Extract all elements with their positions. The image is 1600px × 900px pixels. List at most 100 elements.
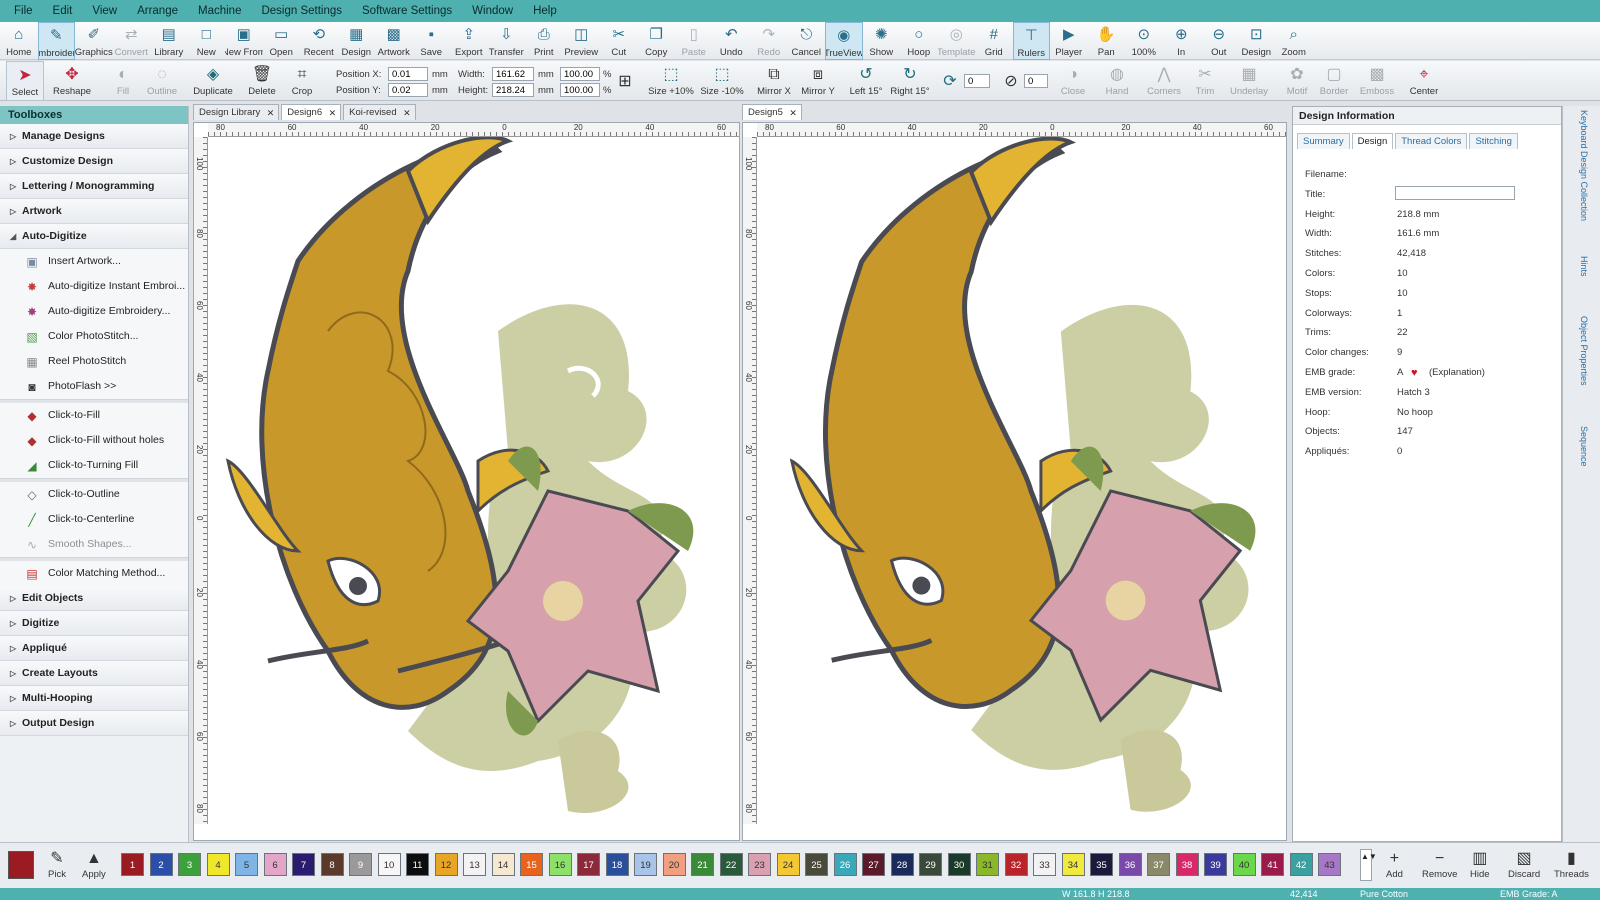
- duplicate-button[interactable]: ◈ Duplicate: [190, 61, 236, 101]
- thread-swatch[interactable]: 27: [862, 853, 885, 876]
- design-window-right[interactable]: 80 60 40 20 0 20 40 60 100 80 60 40 20 0 20 40 60 80: [742, 122, 1287, 841]
- toolbar-rulers-button[interactable]: ⊤ Rulers: [1012, 22, 1050, 60]
- thread-swatch[interactable]: 20: [662, 853, 686, 876]
- thread-swatch[interactable]: 32: [1004, 853, 1028, 876]
- toolbar-preview-button[interactable]: ◫ Preview: [563, 22, 601, 60]
- slant-tool[interactable]: ⊘: [1000, 61, 1022, 101]
- fill-tool[interactable]: ◐ Fill: [108, 61, 138, 101]
- menu-design-settings[interactable]: Design Settings: [261, 5, 342, 17]
- thread-swatch[interactable]: 29: [919, 853, 942, 876]
- apply-button[interactable]: ▲ Apply: [82, 849, 106, 880]
- thread-swatch[interactable]: 30: [947, 853, 971, 876]
- crop-button[interactable]: ⌗ Crop: [288, 61, 316, 101]
- toolbox-section[interactable]: ▷ Lettering / Monogramming: [0, 174, 188, 199]
- toolbar-print-button[interactable]: ⎙ Print: [525, 22, 563, 60]
- thread-swatch[interactable]: 11: [406, 853, 429, 876]
- info-tab[interactable]: Thread Colors: [1395, 133, 1468, 149]
- toolbox-section[interactable]: ▷ Multi-Hooping: [0, 686, 188, 711]
- position-y-input[interactable]: [388, 83, 428, 97]
- toolbar-transfer-button[interactable]: ⇩ Transfer: [488, 22, 526, 60]
- side-tab[interactable]: Sequence: [1571, 426, 1589, 467]
- select-tool[interactable]: ➤ Select: [6, 61, 44, 101]
- title-input[interactable]: [1395, 185, 1515, 200]
- thread-swatch[interactable]: 43: [1318, 853, 1341, 876]
- menu-help[interactable]: Help: [533, 5, 557, 17]
- toolbox-section[interactable]: ▷ Customize Design: [0, 149, 188, 174]
- thread-swatch[interactable]: 23: [748, 853, 771, 876]
- rotate-angle-tool[interactable]: ⟳: [940, 61, 960, 101]
- thread-swatch[interactable]: 4: [206, 853, 230, 876]
- toolbar-cut-button[interactable]: ✂ Cut: [600, 22, 638, 60]
- thread-swatch[interactable]: 12: [434, 853, 458, 876]
- toolbox-item[interactable]: ▤ Color Matching Method...: [0, 561, 188, 586]
- discard-button[interactable]: ▧ Discard: [1508, 849, 1540, 880]
- rotate-left-15-button[interactable]: ↺ Left 15°: [846, 61, 886, 101]
- thread-swatch[interactable]: 31: [976, 853, 999, 876]
- toolbar-hoop-button[interactable]: ○ Hoop: [900, 22, 938, 60]
- explanation-link[interactable]: (Explanation): [1429, 367, 1485, 378]
- toolbox-item[interactable]: ▦ Reel PhotoStitch: [0, 349, 188, 374]
- menu-window[interactable]: Window: [472, 5, 513, 17]
- toolbar-100--button[interactable]: ⊙ 100%: [1125, 22, 1163, 60]
- toolbar-recent-button[interactable]: ⟲ Recent: [300, 22, 338, 60]
- menu-edit[interactable]: Edit: [53, 5, 73, 17]
- toolbar-paste-button[interactable]: ▯ Paste: [675, 22, 713, 60]
- toolbox-section[interactable]: ▷ Digitize: [0, 611, 188, 636]
- side-tab[interactable]: Hints: [1571, 256, 1589, 277]
- thread-swatch[interactable]: 15: [520, 853, 543, 876]
- toolbar-pan-button[interactable]: ✋ Pan: [1088, 22, 1126, 60]
- thread-swatch[interactable]: 21: [691, 853, 714, 876]
- design-canvas[interactable]: [208, 137, 739, 824]
- toolbar-design-button[interactable]: ▦ Design: [338, 22, 376, 60]
- motif-button[interactable]: ✿ Motif: [1282, 61, 1312, 101]
- toolbox-item[interactable]: ▣ Insert Artwork...: [0, 249, 188, 274]
- thread-swatch[interactable]: 18: [605, 853, 629, 876]
- toolbox-section[interactable]: ▷ Manage Designs: [0, 124, 188, 149]
- toolbar-save-button[interactable]: ▪ Save: [413, 22, 451, 60]
- scale-width-input[interactable]: [560, 67, 600, 81]
- menu-machine[interactable]: Machine: [198, 5, 241, 17]
- side-tab[interactable]: Keyboard Design Collection: [1571, 110, 1589, 221]
- menu-software-settings[interactable]: Software Settings: [362, 5, 452, 17]
- thread-swatch[interactable]: 2: [149, 853, 173, 876]
- toolbox-item[interactable]: ∿ Smooth Shapes...: [0, 532, 188, 557]
- reshape-tool[interactable]: ✥ Reshape: [50, 61, 94, 101]
- info-tab[interactable]: Summary: [1297, 133, 1350, 149]
- menu-view[interactable]: View: [92, 5, 117, 17]
- toolbar-redo-button[interactable]: ↷ Redo: [750, 22, 788, 60]
- toolbox-item[interactable]: ◆ Click-to-Fill without holes: [0, 428, 188, 453]
- proportional-lock-button[interactable]: ⊞: [614, 61, 636, 101]
- slant-angle-input[interactable]: [1024, 74, 1048, 88]
- thread-swatch[interactable]: 38: [1175, 853, 1199, 876]
- thread-swatch[interactable]: 39: [1204, 853, 1227, 876]
- hide-button[interactable]: ▥ Hide: [1470, 849, 1490, 880]
- thread-swatch[interactable]: 34: [1061, 853, 1085, 876]
- position-x-input[interactable]: [388, 67, 428, 81]
- side-tab[interactable]: Object Properties: [1571, 316, 1589, 386]
- border-button[interactable]: ▢ Border: [1316, 61, 1352, 101]
- toolbar-export-button[interactable]: ⇪ Export: [450, 22, 488, 60]
- width-input[interactable]: [492, 67, 534, 81]
- close-icon[interactable]: ✕: [403, 105, 411, 121]
- thread-swatch[interactable]: 16: [548, 853, 572, 876]
- close-button[interactable]: ◑ Close: [1056, 61, 1090, 101]
- toolbar-show-button[interactable]: ✺ Show: [863, 22, 901, 60]
- toolbox-section[interactable]: ▷ Create Layouts: [0, 661, 188, 686]
- thread-swatch[interactable]: 6: [263, 853, 287, 876]
- toolbar-out-button[interactable]: ⊖ Out: [1200, 22, 1238, 60]
- outline-tool[interactable]: ◌ Outline: [142, 61, 182, 101]
- document-tab[interactable]: Design6 ✕: [281, 104, 342, 120]
- toolbox-section[interactable]: ◢ Auto-Digitize: [0, 224, 188, 249]
- rotate-right-15-button[interactable]: ↻ Right 15°: [888, 61, 932, 101]
- thread-swatch[interactable]: 9: [349, 853, 372, 876]
- toolbar-library-button[interactable]: ▤ Library: [150, 22, 188, 60]
- toolbar-new-from-button[interactable]: ▣ New From: [225, 22, 263, 60]
- menu-arrange[interactable]: Arrange: [137, 5, 178, 17]
- thread-swatch[interactable]: 37: [1147, 853, 1170, 876]
- height-input[interactable]: [492, 83, 534, 97]
- toolbox-item[interactable]: ◆ Click-to-Fill: [0, 403, 188, 428]
- thread-swatch[interactable]: 14: [491, 853, 515, 876]
- thread-swatch[interactable]: 26: [833, 853, 857, 876]
- thread-swatch[interactable]: 41: [1261, 853, 1284, 876]
- thread-swatch[interactable]: 8: [320, 853, 344, 876]
